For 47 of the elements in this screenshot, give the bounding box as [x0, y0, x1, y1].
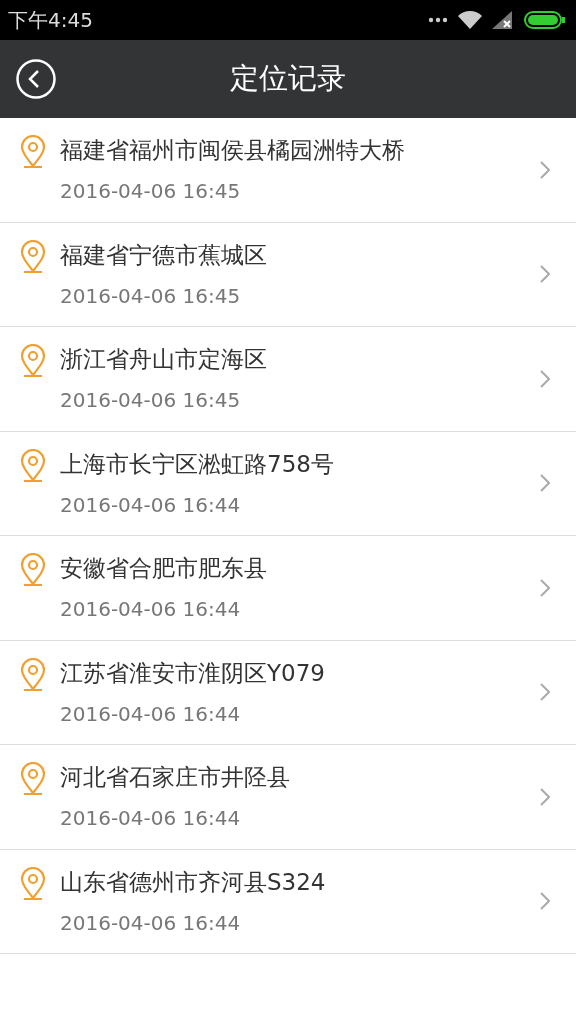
battery-icon: [524, 11, 566, 29]
record-time: 2016-04-06 16:45: [60, 282, 242, 309]
record-time: 2016-04-06 16:44: [60, 491, 242, 518]
chevron-right-icon: [540, 892, 550, 911]
location-name: 安徽省合肥市肥东县: [60, 554, 268, 583]
chevron-right-icon: [540, 787, 550, 806]
location-pin-icon: [20, 239, 46, 274]
record-time: 2016-04-06 16:44: [60, 596, 242, 622]
location-pin-icon: [20, 866, 46, 901]
record-row[interactable]: 安徽省合肥市肥东县 2016-04-06 16:44: [0, 536, 576, 641]
record-time: 2016-04-06 16:44: [60, 805, 242, 831]
chevron-right-icon: [540, 160, 550, 179]
location-name: 福建省福州市闽侯县橘园洲特大桥: [60, 136, 406, 165]
record-row[interactable]: 江苏省淮安市淮阴区Y079 2016-04-06 16:44: [0, 640, 576, 745]
back-button[interactable]: [14, 57, 58, 101]
location-pin-icon: [20, 448, 46, 483]
chevron-right-icon: [540, 474, 550, 493]
record-time: 2016-04-06 16:44: [60, 700, 242, 727]
chevron-right-icon: [540, 369, 550, 388]
location-name: 上海市长宁区淞虹路758号: [60, 449, 335, 479]
page-title: 定位记录: [230, 60, 346, 97]
signal-icon: [492, 11, 514, 29]
chevron-right-icon: [540, 683, 550, 702]
record-row[interactable]: 河北省石家庄市井陉县 2016-04-06 16:44: [0, 745, 576, 850]
location-name: 福建省宁德市蕉城区: [60, 240, 268, 270]
chevron-right-icon: [540, 578, 550, 597]
more-dots-icon: [428, 17, 448, 23]
record-row[interactable]: 浙江省舟山市定海区 2016-04-06 16:45: [0, 327, 576, 432]
record-time: 2016-04-06 16:44: [60, 909, 242, 936]
location-pin-icon: [20, 657, 46, 692]
record-time: 2016-04-06 16:45: [60, 178, 242, 204]
record-row[interactable]: 福建省宁德市蕉城区 2016-04-06 16:45: [0, 222, 576, 327]
location-name: 河北省石家庄市井陉县: [60, 763, 291, 792]
record-row[interactable]: 福建省福州市闽侯县橘园洲特大桥 2016-04-06 16:45: [0, 118, 576, 223]
location-pin-icon: [20, 553, 46, 587]
location-name: 浙江省舟山市定海区: [60, 345, 268, 374]
record-time: 2016-04-06 16:45: [60, 387, 242, 413]
status-time: 下午4:45: [8, 6, 93, 34]
location-pin-icon: [20, 344, 46, 378]
chevron-right-icon: [540, 265, 550, 284]
wifi-icon: [458, 11, 482, 29]
location-name: 江苏省淮安市淮阴区Y079: [60, 658, 326, 688]
location-name: 山东省德州市齐河县S324: [60, 867, 327, 897]
record-row[interactable]: 山东省德州市齐河县S324 2016-04-06 16:44: [0, 849, 576, 954]
location-pin-icon: [20, 135, 46, 169]
record-row[interactable]: 上海市长宁区淞虹路758号 2016-04-06 16:44: [0, 431, 576, 536]
location-pin-icon: [20, 762, 46, 796]
